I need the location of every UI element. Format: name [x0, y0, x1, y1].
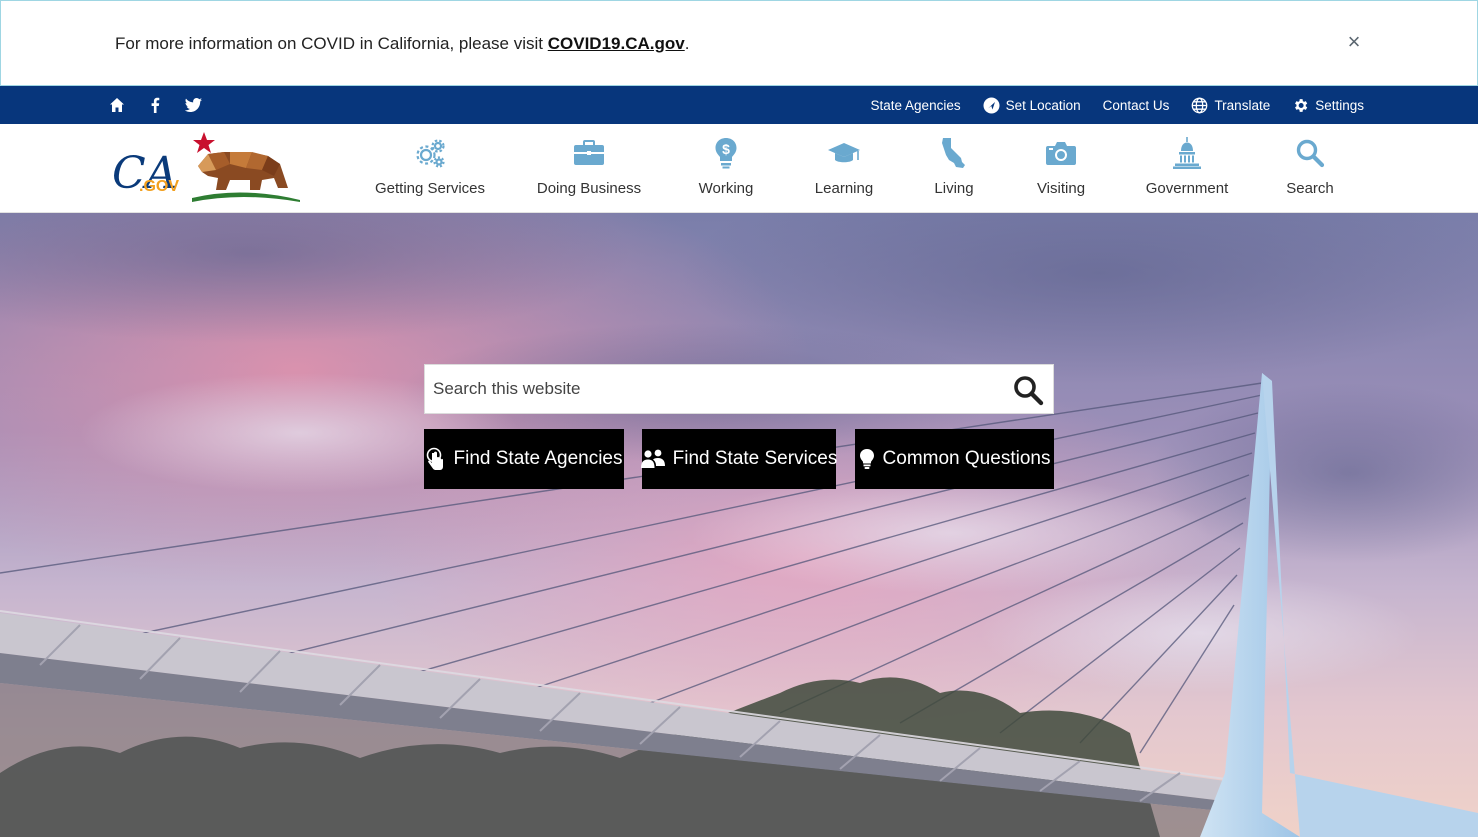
camera-icon — [1044, 136, 1078, 170]
briefcase-icon — [572, 136, 606, 170]
social-links — [108, 86, 202, 124]
common-questions-button[interactable]: Common Questions — [855, 429, 1054, 489]
nav-label-living: Living — [934, 180, 974, 197]
nav-label-visiting: Visiting — [1036, 180, 1086, 197]
people-icon — [640, 448, 665, 470]
state-agencies-link[interactable]: State Agencies — [871, 98, 961, 113]
close-icon[interactable]: × — [1341, 29, 1367, 55]
set-location-label: Set Location — [1005, 97, 1081, 113]
facebook-icon[interactable] — [146, 96, 164, 114]
nav-label-search: Search — [1286, 180, 1334, 197]
search-icon — [1293, 136, 1327, 170]
translate-label: Translate — [1214, 97, 1271, 113]
find-state-services-button[interactable]: Find State Services — [640, 429, 838, 489]
hand-pointer-icon — [426, 447, 446, 471]
nav-label-doing-business: Doing Business — [536, 180, 642, 197]
svg-text:$: $ — [722, 141, 730, 157]
nav-search[interactable]: Search — [1280, 124, 1340, 213]
nav-getting-services[interactable]: Getting Services — [370, 124, 490, 213]
find-state-agencies-label: Find State Agencies — [453, 448, 623, 469]
utility-links: State Agencies Set Location Contact Us T… — [871, 86, 1364, 124]
lightbulb-icon — [859, 448, 875, 470]
covid-alert-banner: For more information on COVID in Califor… — [0, 0, 1478, 86]
settings-link[interactable]: Settings — [1292, 97, 1364, 114]
alert-text-suffix: . — [684, 34, 690, 53]
alert-text-prefix: For more information on COVID in Califor… — [115, 34, 548, 53]
nav-living[interactable]: Living — [926, 124, 982, 213]
nav-label-getting-services: Getting Services — [374, 180, 486, 197]
contact-us-link[interactable]: Contact Us — [1103, 98, 1170, 113]
logo-gov-text: .GOV — [139, 178, 179, 195]
nav-doing-business[interactable]: Doing Business — [534, 124, 644, 213]
utility-bar: State Agencies Set Location Contact Us T… — [0, 86, 1478, 124]
california-state-icon — [937, 136, 971, 170]
state-agencies-label: State Agencies — [870, 97, 961, 113]
location-icon — [983, 97, 1000, 114]
find-state-agencies-button[interactable]: Find State Agencies — [424, 429, 624, 489]
contact-us-label: Contact Us — [1102, 97, 1170, 113]
nav-items: Getting Services Doing Business $ Workin… — [352, 124, 1362, 213]
gears-icon — [413, 136, 447, 170]
nav-working[interactable]: $ Working — [688, 124, 764, 213]
ca-gov-logo[interactable]: CA .GOV — [112, 130, 304, 206]
site-search-input[interactable] — [425, 365, 995, 413]
dollar-bulb-icon: $ — [709, 136, 743, 170]
hero-section: Find State Agencies Find State Services … — [0, 213, 1478, 837]
nav-government[interactable]: Government — [1142, 124, 1232, 213]
search-submit-icon[interactable] — [1009, 371, 1047, 409]
twitter-icon[interactable] — [184, 96, 202, 114]
home-icon[interactable] — [108, 96, 126, 114]
nav-visiting[interactable]: Visiting — [1028, 124, 1094, 213]
covid-link[interactable]: COVID19.CA.gov — [548, 34, 685, 53]
alert-message: For more information on COVID in Califor… — [115, 33, 689, 55]
translate-link[interactable]: Translate — [1191, 97, 1270, 114]
nav-label-working: Working — [698, 180, 754, 197]
globe-icon — [1191, 97, 1208, 114]
hero-background-image — [0, 213, 1478, 837]
nav-learning[interactable]: Learning — [804, 124, 884, 213]
common-questions-label: Common Questions — [882, 448, 1051, 469]
gear-icon — [1292, 97, 1309, 114]
capitol-icon — [1170, 136, 1204, 170]
nav-label-learning: Learning — [814, 180, 874, 197]
nav-label-government: Government — [1145, 180, 1229, 197]
graduation-cap-icon — [827, 136, 861, 170]
find-state-services-label: Find State Services — [672, 448, 838, 469]
set-location-link[interactable]: Set Location — [983, 97, 1081, 114]
main-navigation: CA .GOV Getting Services Doing Business … — [0, 124, 1478, 213]
settings-label: Settings — [1315, 97, 1364, 113]
site-search-box — [424, 364, 1054, 414]
